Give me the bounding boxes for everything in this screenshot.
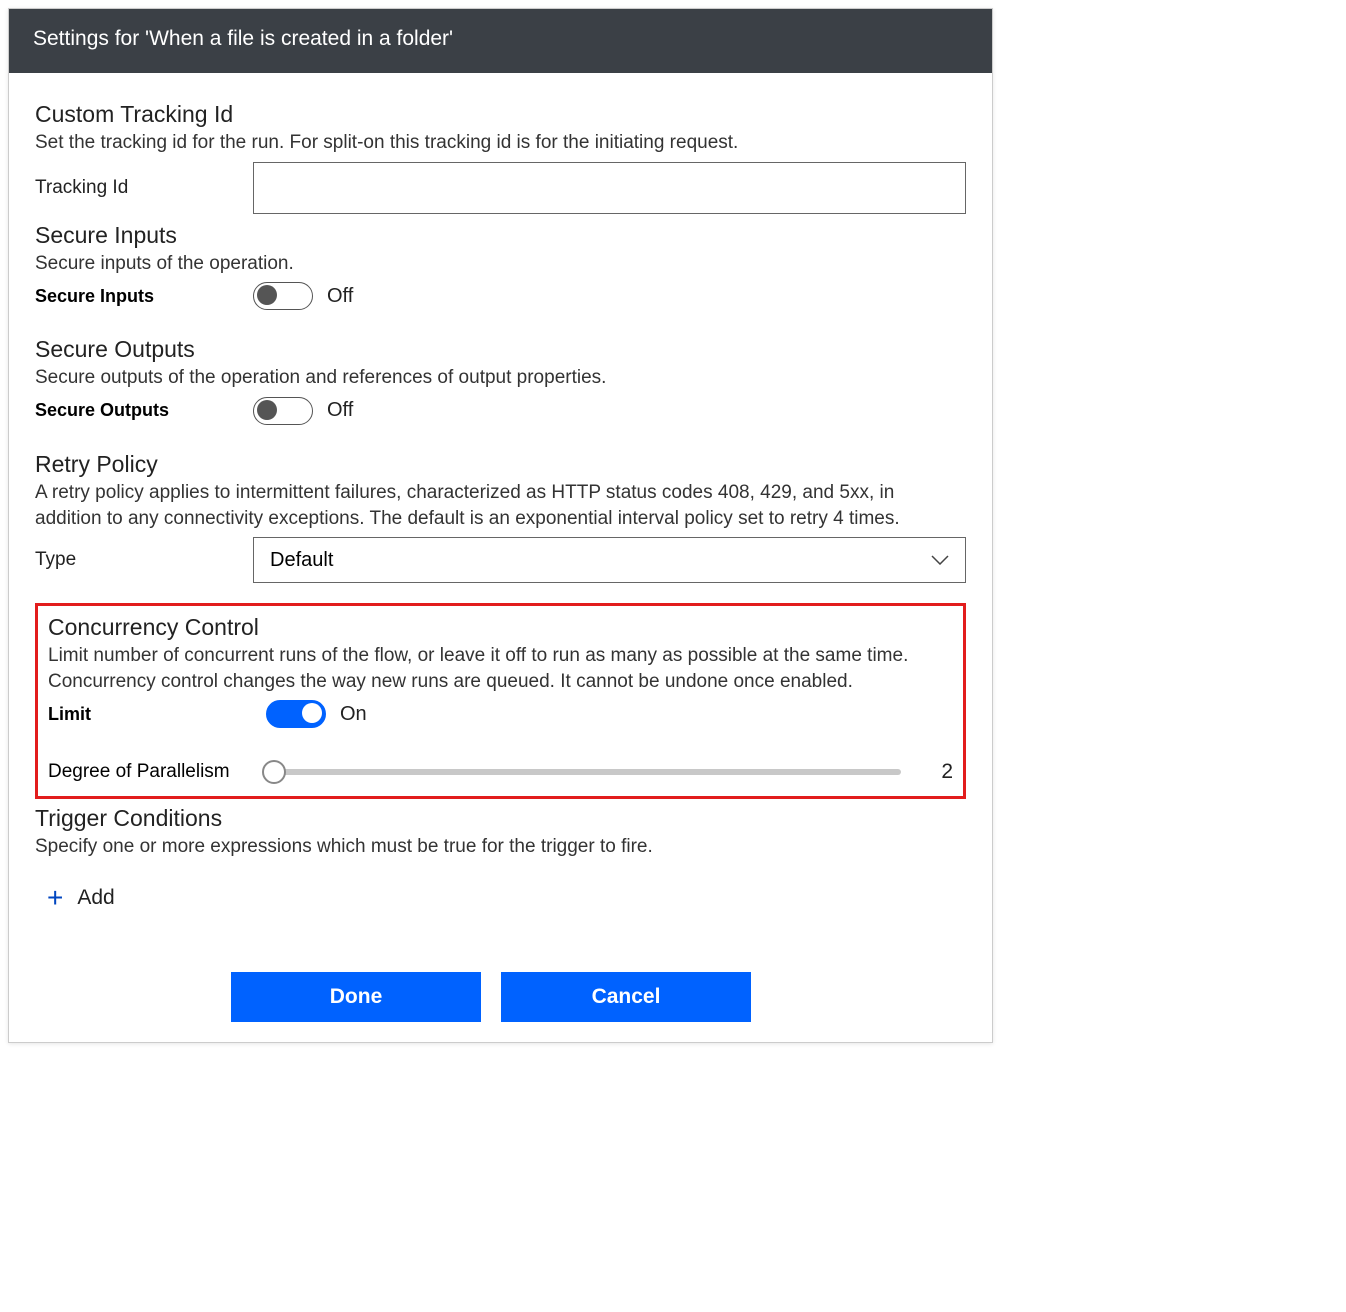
secure-outputs-label: Secure Outputs — [35, 400, 253, 421]
retry-type-select[interactable]: Default — [253, 537, 966, 583]
concurrency-limit-toggle[interactable] — [266, 700, 326, 728]
secure-outputs-state: Off — [327, 399, 353, 422]
settings-panel: Settings for 'When a file is created in … — [8, 8, 993, 1043]
panel-content: Custom Tracking Id Set the tracking id f… — [9, 73, 992, 1042]
secure-inputs-heading: Secure Inputs — [35, 222, 966, 249]
tracking-desc: Set the tracking id for the run. For spl… — [35, 130, 966, 156]
tracking-id-label: Tracking Id — [35, 177, 253, 199]
secure-inputs-label: Secure Inputs — [35, 286, 253, 307]
toggle-knob — [302, 703, 322, 723]
retry-type-value: Default — [270, 549, 333, 572]
slider-thumb[interactable] — [262, 760, 286, 784]
footer-buttons: Done Cancel — [231, 972, 966, 1022]
plus-icon: + — [47, 884, 63, 912]
add-condition-button[interactable]: + Add — [47, 884, 966, 912]
parallelism-label: Degree of Parallelism — [48, 761, 266, 783]
retry-desc: A retry policy applies to intermittent f… — [35, 480, 966, 531]
secure-inputs-toggle[interactable] — [253, 282, 313, 310]
tracking-heading: Custom Tracking Id — [35, 101, 966, 128]
concurrency-highlight: Concurrency Control Limit number of conc… — [35, 603, 966, 799]
trigger-conditions-heading: Trigger Conditions — [35, 805, 966, 832]
concurrency-heading: Concurrency Control — [48, 614, 953, 641]
add-label: Add — [77, 886, 114, 910]
toggle-knob — [257, 285, 277, 305]
tracking-id-input[interactable] — [253, 162, 966, 214]
concurrency-limit-label: Limit — [48, 704, 266, 725]
chevron-down-icon — [931, 555, 949, 565]
retry-type-label: Type — [35, 549, 253, 571]
cancel-button[interactable]: Cancel — [501, 972, 751, 1022]
secure-inputs-state: Off — [327, 285, 353, 308]
retry-heading: Retry Policy — [35, 451, 966, 478]
panel-title: Settings for 'When a file is created in … — [9, 9, 992, 73]
secure-outputs-desc: Secure outputs of the operation and refe… — [35, 365, 966, 391]
secure-outputs-heading: Secure Outputs — [35, 336, 966, 363]
toggle-knob — [257, 400, 277, 420]
done-button[interactable]: Done — [231, 972, 481, 1022]
concurrency-desc: Limit number of concurrent runs of the f… — [48, 643, 953, 694]
secure-outputs-toggle[interactable] — [253, 397, 313, 425]
parallelism-value: 2 — [921, 760, 953, 784]
parallelism-slider[interactable] — [266, 769, 901, 775]
concurrency-limit-state: On — [340, 703, 367, 726]
secure-inputs-desc: Secure inputs of the operation. — [35, 251, 966, 277]
trigger-conditions-desc: Specify one or more expressions which mu… — [35, 834, 966, 860]
